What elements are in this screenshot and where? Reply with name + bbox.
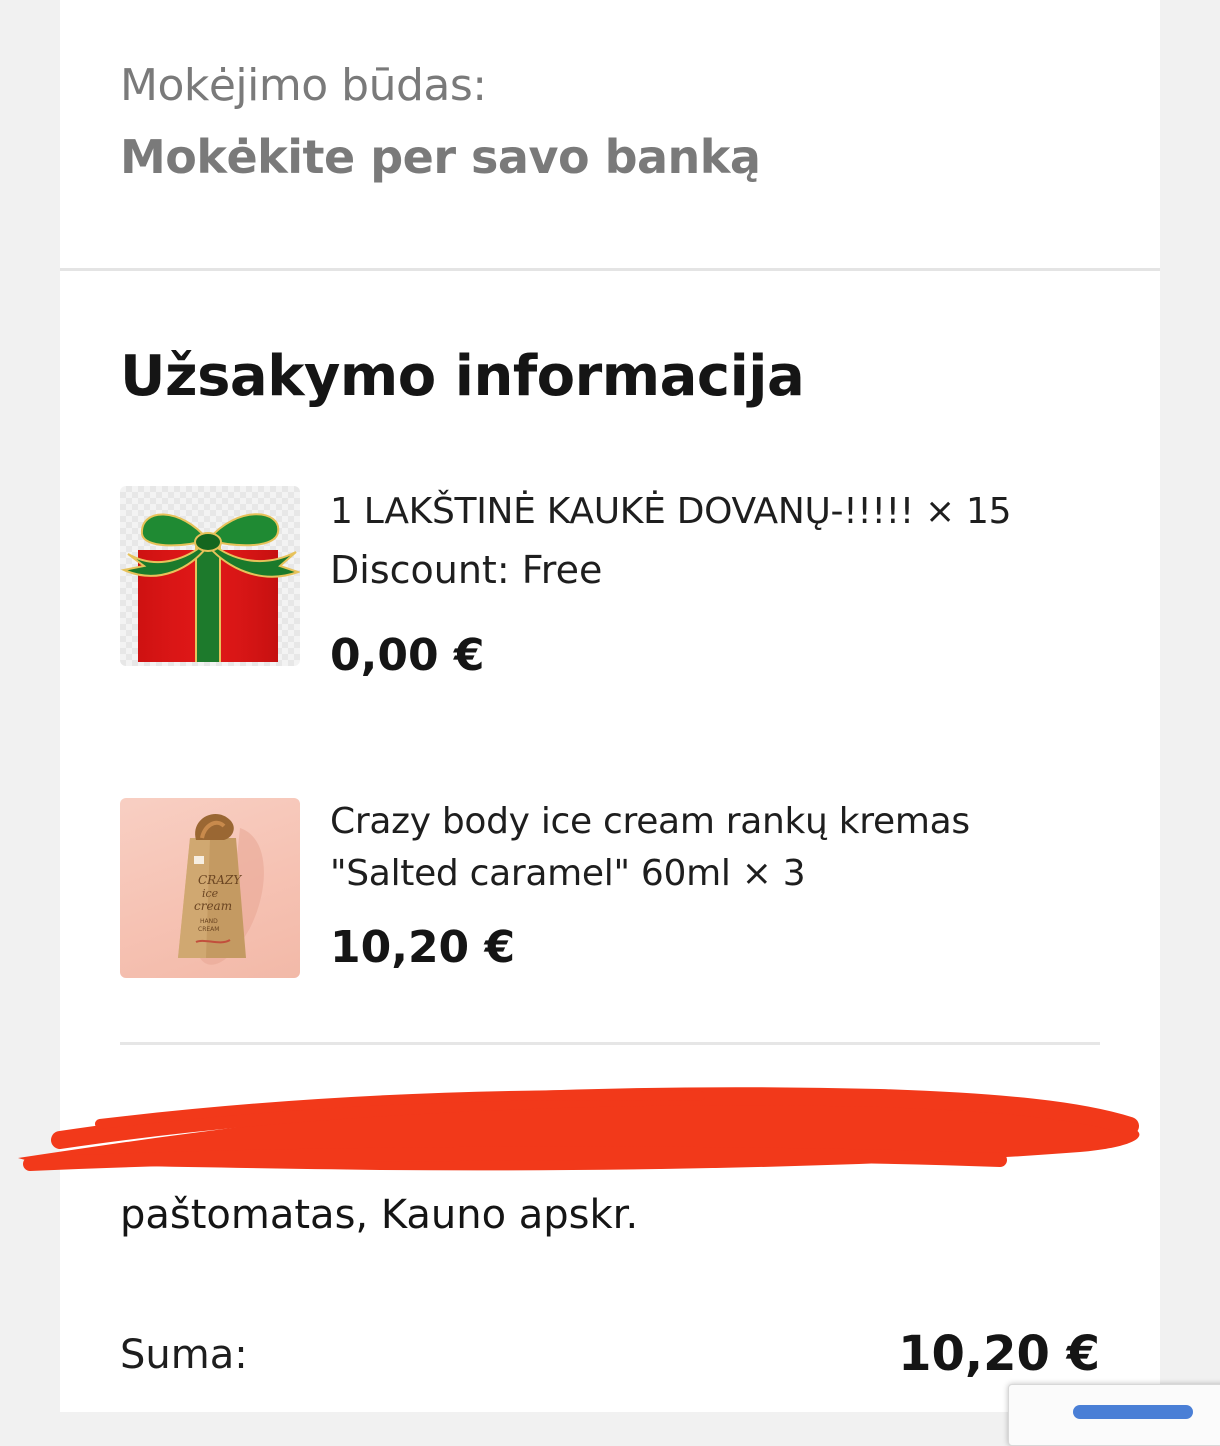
gift-box-image[interactable] xyxy=(120,486,300,666)
order-sum-label: Suma: xyxy=(120,1332,248,1378)
svg-text:CREAM: CREAM xyxy=(198,926,219,933)
redaction-scribble xyxy=(18,1087,1140,1171)
widget-logo-icon xyxy=(1073,1405,1193,1419)
items-divider xyxy=(120,1042,1100,1045)
order-item-name: 1 LAKŠTINĖ KAUKĖ DOVANŲ-!!!!! × 15 xyxy=(330,491,1012,532)
shipping-info: paštomatas, Kauno apskr. xyxy=(120,1192,639,1238)
order-item-discount: Discount: Free xyxy=(330,548,603,592)
svg-text:cream: cream xyxy=(194,899,232,913)
order-item-price: 0,00 € xyxy=(330,630,485,681)
payment-method-label: Mokėjimo būdas: xyxy=(120,60,487,111)
floating-widget-badge[interactable] xyxy=(1008,1384,1220,1446)
svg-text:HAND: HAND xyxy=(200,918,218,925)
order-item-name: Crazy body ice cream rankų kremas "Salte… xyxy=(330,801,970,894)
cream-tube-label: CRAZY xyxy=(198,873,242,887)
payment-method-value: Mokėkite per savo banką xyxy=(120,130,761,184)
order-item-price: 10,20 € xyxy=(330,922,516,973)
order-sum-value: 10,20 € xyxy=(898,1326,1100,1382)
order-info-title: Užsakymo informacija xyxy=(120,344,805,409)
hand-cream-tube-image[interactable]: CRAZY ice cream HAND CREAM xyxy=(120,798,300,978)
